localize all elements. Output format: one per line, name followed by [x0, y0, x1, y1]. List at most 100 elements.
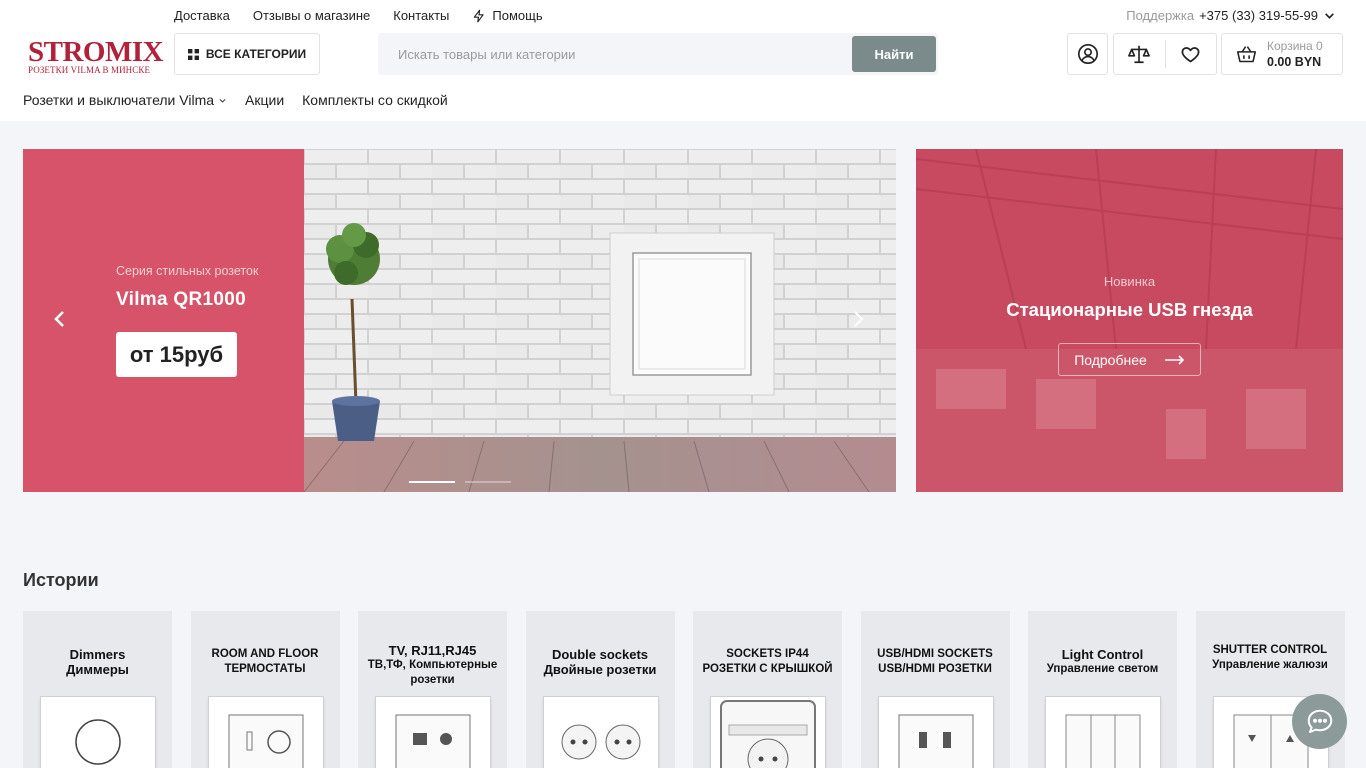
story-image [711, 697, 825, 768]
story-title: SHUTTER CONTROL [1212, 644, 1328, 656]
promo-more-button[interactable]: Подробнее [1058, 343, 1201, 376]
favorites-button[interactable] [1165, 34, 1216, 74]
nav-kits-link[interactable]: Комплекты со скидкой [302, 92, 448, 108]
chat-bubble-icon [1307, 709, 1332, 733]
story-subtitle: USB/HDMI РОЗЕТКИ [878, 663, 992, 675]
nav-contacts-link[interactable]: Контакты [393, 8, 449, 23]
slide-subtitle: Серия стильных розеток [116, 264, 259, 278]
nav-help-label: Помощь [492, 8, 543, 23]
thermostat-icon [228, 714, 303, 768]
usb-socket-icon [898, 714, 973, 768]
story-title: Dimmers [69, 647, 126, 662]
story-title: TV, RJ11,RJ45 [388, 643, 477, 658]
hero-slider: Серия стильных розеток Vilma QR1000 от 1… [23, 149, 896, 492]
slide-title: Vilma QR1000 [116, 289, 246, 310]
all-categories-button[interactable]: ВСЕ КАТЕГОРИИ [174, 33, 320, 75]
user-circle-icon [1077, 44, 1098, 64]
story-card[interactable]: Dimmers Диммеры [23, 611, 172, 768]
story-subtitle: ТЕРМОСТАТЫ [224, 663, 306, 675]
data-socket-icon [395, 714, 471, 768]
top-nav: Доставка Отзывы о магазине Контакты Помо… [174, 8, 543, 23]
stories-list: Dimmers Диммеры ROOM AND FLOOR ТЕРМОСТАТ… [23, 611, 1345, 768]
cart-button[interactable]: Корзина 0 0.00 BYN [1221, 33, 1343, 75]
story-caption: SOCKETS IP44 РОЗЕТКИ С КРЫШКОЙ [693, 647, 842, 677]
story-title: SOCKETS IP44 [726, 648, 809, 660]
chevron-left-icon [54, 311, 64, 327]
slide-caption: Серия стильных розеток Vilma QR1000 [116, 264, 258, 311]
nav-delivery-link[interactable]: Доставка [174, 8, 230, 23]
arrow-right-icon [1164, 354, 1184, 365]
story-card[interactable]: USB/HDMI SOCKETS USB/HDMI РОЗЕТКИ [860, 611, 1010, 768]
nav-sales-link[interactable]: Акции [245, 92, 284, 108]
promo-subtitle: Новинка [1103, 274, 1156, 289]
story-caption: Double sockets Двойные розетки [526, 647, 675, 677]
slider-dot[interactable] [465, 481, 511, 483]
nav-switches-dropdown[interactable]: Розетки и выключатели Vilma [23, 92, 227, 108]
all-categories-label: ВСЕ КАТЕГОРИИ [205, 47, 307, 61]
story-image [543, 697, 658, 768]
story-subtitle: ТВ,ТФ, Компьютерные розетки [367, 659, 498, 686]
story-caption: TV, RJ11,RJ45 ТВ,ТФ, Компьютерные розетк… [358, 643, 507, 688]
promo-more-label: Подробнее [1074, 351, 1147, 368]
promo-banner[interactable]: Новинка Стационарные USB гнезда Подробне… [916, 149, 1343, 492]
story-title: Double sockets [551, 647, 649, 662]
double-socket-icon [561, 724, 640, 760]
search-button[interactable]: Найти [852, 36, 936, 72]
promo-title: Стационарные USB гнезда [1006, 299, 1253, 320]
story-subtitle: Управление светом [1046, 663, 1159, 675]
scales-icon [1128, 45, 1151, 64]
slider-pagination [409, 481, 511, 483]
story-caption: USB/HDMI SOCKETS USB/HDMI РОЗЕТКИ [861, 647, 1010, 677]
story-image [208, 697, 323, 768]
compare-button[interactable] [1114, 34, 1165, 74]
slider-prev-button[interactable] [50, 301, 70, 337]
cart-total: 0.00 BYN [1267, 55, 1322, 69]
story-subtitle: Диммеры [66, 662, 129, 677]
stories-title: Истории [23, 570, 99, 590]
cart-label: Корзина 0 [1267, 39, 1323, 53]
site-header: Доставка Отзывы о магазине Контакты Помо… [0, 0, 1366, 121]
story-image [41, 697, 155, 768]
story-card[interactable]: Light Control Управление светом [1028, 611, 1177, 768]
story-card[interactable]: Double sockets Двойные розетки [525, 611, 675, 768]
dimmer-knob-icon [75, 719, 121, 765]
slide-price-button[interactable]: от 15руб [116, 332, 237, 377]
story-card[interactable]: ROOM AND FLOOR ТЕРМОСТАТЫ [190, 611, 340, 768]
story-image [376, 697, 490, 768]
search-bar: Найти [378, 33, 938, 75]
nav-reviews-link[interactable]: Отзывы о магазине [253, 8, 370, 23]
site-logo[interactable]: STROMIX РОЗЕТКИ VILMA В МИНСКЕ [28, 38, 164, 76]
story-subtitle: Двойные розетки [543, 662, 657, 677]
story-image [1046, 697, 1160, 768]
lightning-icon [474, 9, 485, 22]
chevron-right-icon [854, 311, 864, 327]
ip44-socket-icon [720, 700, 816, 768]
main-nav: Розетки и выключатели Vilma Акции Компле… [23, 92, 448, 108]
nav-help-link[interactable]: Помощь [472, 8, 543, 23]
search-input[interactable] [378, 33, 848, 75]
logo-subtitle: РОЗЕТКИ VILMA В МИНСКЕ [28, 65, 151, 75]
story-caption: ROOM AND FLOOR ТЕРМОСТАТЫ [191, 647, 340, 677]
chevron-down-icon [1325, 13, 1334, 19]
support-phone[interactable]: Поддержка +375 (33) 319-55-99 [1126, 8, 1336, 23]
slider-dot[interactable] [409, 481, 455, 483]
story-subtitle: Управление жалюзи [1212, 659, 1328, 671]
story-subtitle: РОЗЕТКИ С КРЫШКОЙ [702, 663, 833, 675]
slider-next-button[interactable] [848, 301, 868, 337]
story-title: Light Control [1061, 647, 1144, 662]
heart-icon [1181, 46, 1200, 62]
chevron-down-icon [219, 98, 226, 103]
story-card[interactable]: TV, RJ11,RJ45 ТВ,ТФ, Компьютерные розетк… [358, 611, 507, 768]
story-caption: Light Control Управление светом [1028, 647, 1177, 677]
story-card[interactable]: SOCKETS IP44 РОЗЕТКИ С КРЫШКОЙ [693, 611, 842, 768]
support-label: Поддержка [1126, 8, 1195, 23]
promo-caption: Новинка Стационарные USB гнезда [916, 274, 1343, 321]
story-title: USB/HDMI SOCKETS [877, 648, 993, 660]
account-button[interactable] [1067, 33, 1108, 75]
basket-icon [1236, 45, 1257, 62]
compare-favorites-group [1113, 33, 1217, 75]
chat-button[interactable] [1292, 694, 1347, 749]
grid-icon [187, 48, 199, 60]
support-phone-number: +375 (33) 319-55-99 [1199, 8, 1318, 23]
story-title: ROOM AND FLOOR [211, 648, 319, 660]
